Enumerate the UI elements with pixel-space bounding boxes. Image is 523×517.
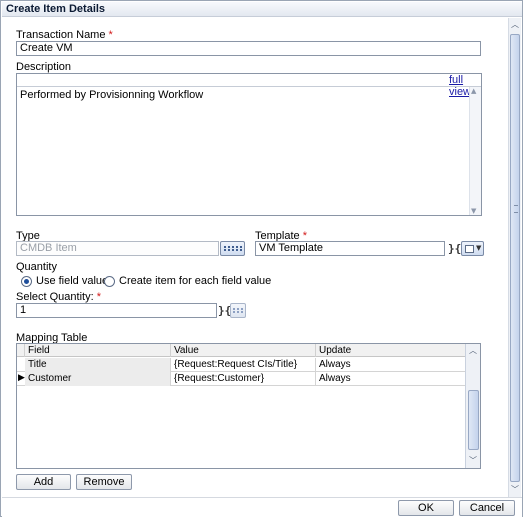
use-field-value-radio[interactable] [21, 276, 32, 287]
scroll-thumb[interactable] [468, 390, 479, 450]
create-item-each-radio[interactable] [104, 276, 115, 287]
type-input: CMDB Item [16, 241, 219, 256]
description-label: Description [16, 61, 72, 73]
create-item-details-dialog: Create Item Details Transaction Name * C… [0, 0, 523, 517]
cell-update[interactable]: Always [316, 358, 465, 372]
mapping-table: Field Value Update Title {Request:Reques… [16, 343, 481, 469]
quantity-label: Quantity [16, 261, 57, 273]
row-header: ▶ [17, 372, 25, 386]
transaction-name-input[interactable]: Create VM [16, 41, 481, 56]
dialog-footer: OK Cancel [2, 497, 522, 517]
select-quantity-label: Select Quantity: * [16, 291, 101, 303]
row-header [17, 358, 25, 372]
chevron-down-icon: ▼ [476, 244, 482, 252]
select-quantity-input[interactable]: 1 [16, 303, 217, 318]
dialog-titlebar: Create Item Details [2, 2, 522, 17]
ok-button[interactable]: OK [398, 500, 454, 516]
scroll-up-icon[interactable]: ︿ [509, 19, 521, 31]
use-field-value-label[interactable]: Use field value [36, 275, 108, 287]
template-input[interactable]: VM Template [255, 241, 445, 256]
description-textarea[interactable]: full view Performed by Provisionning Wor… [16, 73, 482, 216]
cell-value[interactable]: {Request:Request CIs/Title} [171, 358, 316, 372]
cell-field[interactable]: Title [25, 358, 171, 372]
list-icon [224, 246, 242, 251]
row-header-corner [17, 344, 25, 357]
quantity-picker-button[interactable] [230, 303, 246, 318]
table-row[interactable]: Title {Request:Request CIs/Title} Always [17, 358, 465, 372]
column-header-value[interactable]: Value [171, 344, 316, 357]
row-pointer-icon: ▶ [18, 373, 25, 383]
cell-field[interactable]: Customer [25, 372, 171, 386]
grip-icon [514, 205, 518, 213]
add-button[interactable]: Add [16, 474, 71, 490]
transaction-name-label: Transaction Name * [16, 29, 113, 41]
description-divider [17, 86, 481, 87]
cell-value[interactable]: {Request:Customer} [171, 372, 316, 386]
expression-icon[interactable]: }{ [448, 242, 461, 255]
remove-button[interactable]: Remove [76, 474, 132, 490]
cancel-button[interactable]: Cancel [459, 500, 515, 516]
type-picker-button[interactable] [220, 241, 245, 256]
dialog-title: Create Item Details [6, 3, 106, 15]
mapping-table-header: Field Value Update [17, 344, 465, 357]
template-dropdown-button[interactable]: ▼ [461, 241, 484, 256]
scroll-up-icon[interactable]: ▲ [471, 87, 476, 95]
column-header-update[interactable]: Update [316, 344, 465, 357]
dialog-scrollbar[interactable]: ︿ ﹀ [508, 18, 521, 497]
create-item-each-label[interactable]: Create item for each field value [119, 275, 271, 287]
description-scrollbar[interactable]: ▲ ▼ [469, 87, 481, 215]
scroll-down-icon[interactable]: ﹀ [466, 455, 480, 467]
table-row[interactable]: ▶ Customer {Request:Customer} Always [17, 372, 465, 386]
scroll-down-icon[interactable]: ▼ [471, 207, 476, 215]
list-icon [233, 308, 243, 313]
column-header-field[interactable]: Field [25, 344, 171, 357]
description-text: Performed by Provisionning Workflow [20, 89, 204, 101]
scroll-up-icon[interactable]: ︿ [466, 345, 480, 357]
scroll-down-icon[interactable]: ﹀ [509, 484, 521, 496]
cell-update[interactable]: Always [316, 372, 465, 386]
scroll-thumb[interactable] [510, 34, 520, 482]
mapping-table-scrollbar[interactable]: ︿ ﹀ [465, 344, 480, 468]
list-icon [465, 245, 474, 253]
